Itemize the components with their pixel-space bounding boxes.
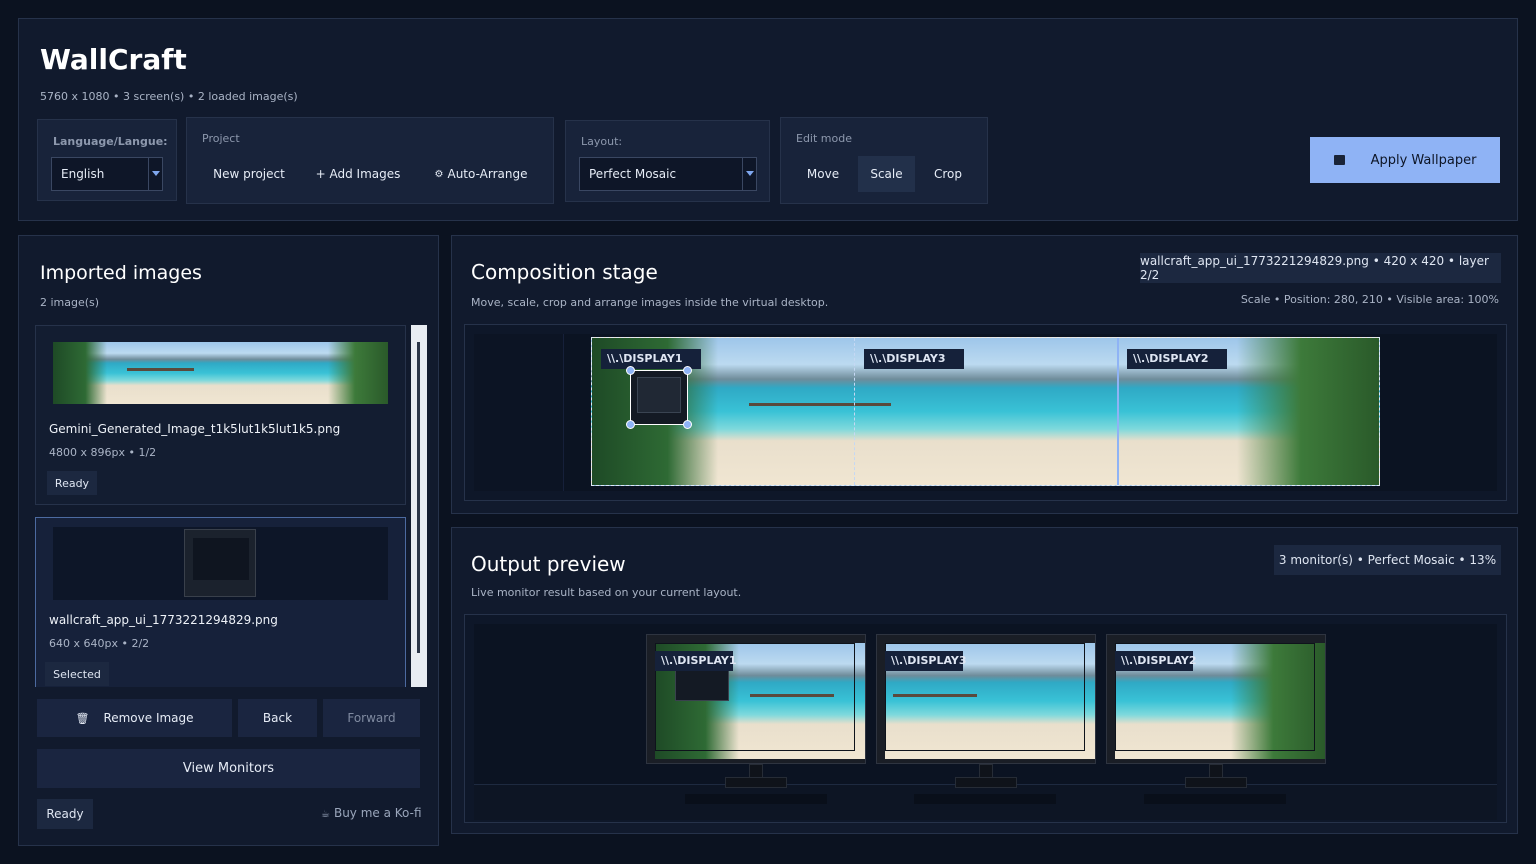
- virtual-desktop[interactable]: \\.\DISPLAY1 \\.\DISPLAY3 \\.\DISPLAY2: [591, 337, 1380, 486]
- chevron-down-icon[interactable]: [742, 158, 756, 190]
- preview-monitor: \\.\DISPLAY3: [876, 634, 1096, 764]
- image-meta: 640 x 640px • 2/2: [49, 637, 150, 650]
- mode-move-button[interactable]: Move: [795, 156, 851, 192]
- preview-monitor: \\.\DISPLAY2: [1106, 634, 1326, 764]
- image-thumbnail: [53, 342, 388, 404]
- stage-canvas[interactable]: \\.\DISPLAY1 \\.\DISPLAY3 \\.\DISPLAY2: [464, 324, 1507, 501]
- layout-group: Layout: Perfect Mosaic: [565, 120, 770, 202]
- apply-wallpaper-label: Apply Wallpaper: [1370, 152, 1477, 168]
- resize-handle[interactable]: [683, 366, 692, 375]
- image-list-item[interactable]: wallcraft_app_ui_1773221294829.png 640 x…: [35, 517, 406, 687]
- image-meta: 4800 x 896px • 1/2: [49, 446, 157, 459]
- resize-handle[interactable]: [626, 420, 635, 429]
- kofi-link[interactable]: ☕ Buy me a Ko-fi: [321, 806, 422, 820]
- add-images-button[interactable]: + Add Images: [313, 158, 403, 190]
- stage-viewport: \\.\DISPLAY1 \\.\DISPLAY3 \\.\DISPLAY2: [474, 334, 1497, 491]
- monitor-base: [725, 777, 787, 788]
- layout-value: Perfect Mosaic: [589, 167, 677, 181]
- images-panel: Imported images 2 image(s) Gemini_Genera…: [18, 235, 439, 846]
- remove-image-button[interactable]: 🗑 Remove Image: [37, 699, 232, 737]
- monitor-base: [955, 777, 1017, 788]
- preview-canvas: \\.\DISPLAY1 \\.\DISPLAY3 \\.\DISPLAY2: [464, 614, 1507, 823]
- layout-select[interactable]: Perfect Mosaic: [579, 157, 757, 191]
- language-select[interactable]: English: [51, 157, 163, 191]
- language-group: Language/Langue: English: [37, 119, 177, 201]
- stage-left-margin: [474, 334, 564, 491]
- images-panel-title: Imported images: [40, 262, 202, 284]
- language-value: English: [61, 167, 105, 181]
- image-name: Gemini_Generated_Image_t1k5lut1k5lut1k5.…: [49, 422, 341, 436]
- desk-shadow: [685, 794, 827, 804]
- stage-panel: Composition stage Move, scale, crop and …: [451, 235, 1518, 514]
- project-group: Project New project + Add Images ⚙ Auto-…: [186, 117, 554, 204]
- display-label: \\.\DISPLAY3: [864, 349, 964, 369]
- resize-handle[interactable]: [683, 420, 692, 429]
- status-indicator: Ready: [37, 799, 93, 829]
- image-list-item[interactable]: Gemini_Generated_Image_t1k5lut1k5lut1k5.…: [35, 325, 406, 505]
- mode-scale-button[interactable]: Scale: [858, 156, 915, 192]
- display-divider: [854, 338, 855, 485]
- preview-info-badge: 3 monitor(s) • Perfect Mosaic • 13%: [1274, 545, 1501, 575]
- preview-title: Output preview: [471, 552, 626, 576]
- app-title: WallCraft: [40, 43, 187, 76]
- language-label: Language/Langue:: [53, 135, 168, 148]
- display-label: \\.\DISPLAY2: [1115, 651, 1197, 671]
- monitor-base: [1185, 777, 1247, 788]
- images-count: 2 image(s): [40, 296, 100, 309]
- layout-label: Layout:: [581, 135, 623, 148]
- apply-wallpaper-button[interactable]: Apply Wallpaper: [1310, 137, 1500, 183]
- preview-monitor: \\.\DISPLAY1: [646, 634, 866, 764]
- stage-status: Scale • Position: 280, 210 • Visible are…: [1240, 293, 1499, 306]
- auto-arrange-label: Auto-Arrange: [447, 167, 528, 181]
- image-name: wallcraft_app_ui_1773221294829.png: [49, 613, 278, 627]
- mode-crop-button[interactable]: Crop: [922, 156, 974, 192]
- image-list-scrollbar[interactable]: [411, 325, 427, 687]
- scrollbar-thumb[interactable]: [417, 342, 420, 653]
- project-label: Project: [202, 132, 240, 145]
- preview-subtitle: Live monitor result based on your curren…: [471, 586, 742, 599]
- app-subtitle: 5760 x 1080 • 3 screen(s) • 2 loaded ima…: [40, 90, 298, 103]
- desk-shadow: [1144, 794, 1286, 804]
- display-label: \\.\DISPLAY1: [655, 651, 737, 671]
- stage-title: Composition stage: [471, 260, 658, 284]
- stage-subtitle: Move, scale, crop and arrange images ins…: [471, 296, 829, 309]
- palm-trees: [1237, 338, 1379, 485]
- selected-layer[interactable]: [626, 366, 692, 429]
- resize-handle[interactable]: [626, 366, 635, 375]
- preview-panel: Output preview Live monitor result based…: [451, 527, 1518, 834]
- display-label: \\.\DISPLAY2: [1127, 349, 1227, 369]
- header-panel: WallCraft 5760 x 1080 • 3 screen(s) • 2 …: [18, 18, 1518, 221]
- image-list[interactable]: Gemini_Generated_Image_t1k5lut1k5lut1k5.…: [35, 325, 427, 687]
- monitor-stand: [749, 764, 763, 778]
- display-label: \\.\DISPLAY3: [885, 651, 967, 671]
- pier: [749, 402, 892, 406]
- edit-mode-label: Edit mode: [796, 132, 852, 145]
- status-badge: Ready: [47, 471, 97, 495]
- monitor-stand: [1209, 764, 1223, 778]
- forward-button[interactable]: Forward: [323, 699, 420, 737]
- arrange-icon: ⚙: [434, 168, 444, 180]
- image-thumbnail: [53, 527, 388, 600]
- cup-icon: ☕: [321, 809, 330, 820]
- desk-shadow: [914, 794, 1056, 804]
- view-monitors-button[interactable]: View Monitors: [37, 749, 420, 788]
- display-divider: [1117, 338, 1119, 485]
- remove-image-label: Remove Image: [103, 711, 194, 725]
- preview-viewport: \\.\DISPLAY1 \\.\DISPLAY3 \\.\DISPLAY2: [474, 624, 1497, 820]
- trash-icon: 🗑: [75, 711, 90, 725]
- palm-trees: [327, 342, 388, 404]
- status-badge: Selected: [45, 662, 109, 686]
- monitor-icon: [1333, 155, 1345, 165]
- back-button[interactable]: Back: [238, 699, 317, 737]
- monitor-stand: [979, 764, 993, 778]
- edit-mode-group: Edit mode Move Scale Crop: [780, 117, 988, 204]
- new-project-button[interactable]: New project: [207, 158, 291, 190]
- kofi-label[interactable]: Buy me a Ko-fi: [334, 806, 422, 820]
- auto-arrange-button[interactable]: ⚙ Auto-Arrange: [431, 158, 531, 190]
- chevron-down-icon[interactable]: [148, 158, 162, 190]
- palm-trees: [53, 342, 107, 404]
- thumbnail-monitor: [184, 529, 256, 597]
- layer-info-badge: wallcraft_app_ui_1773221294829.png • 420…: [1140, 253, 1501, 283]
- pier: [126, 368, 194, 372]
